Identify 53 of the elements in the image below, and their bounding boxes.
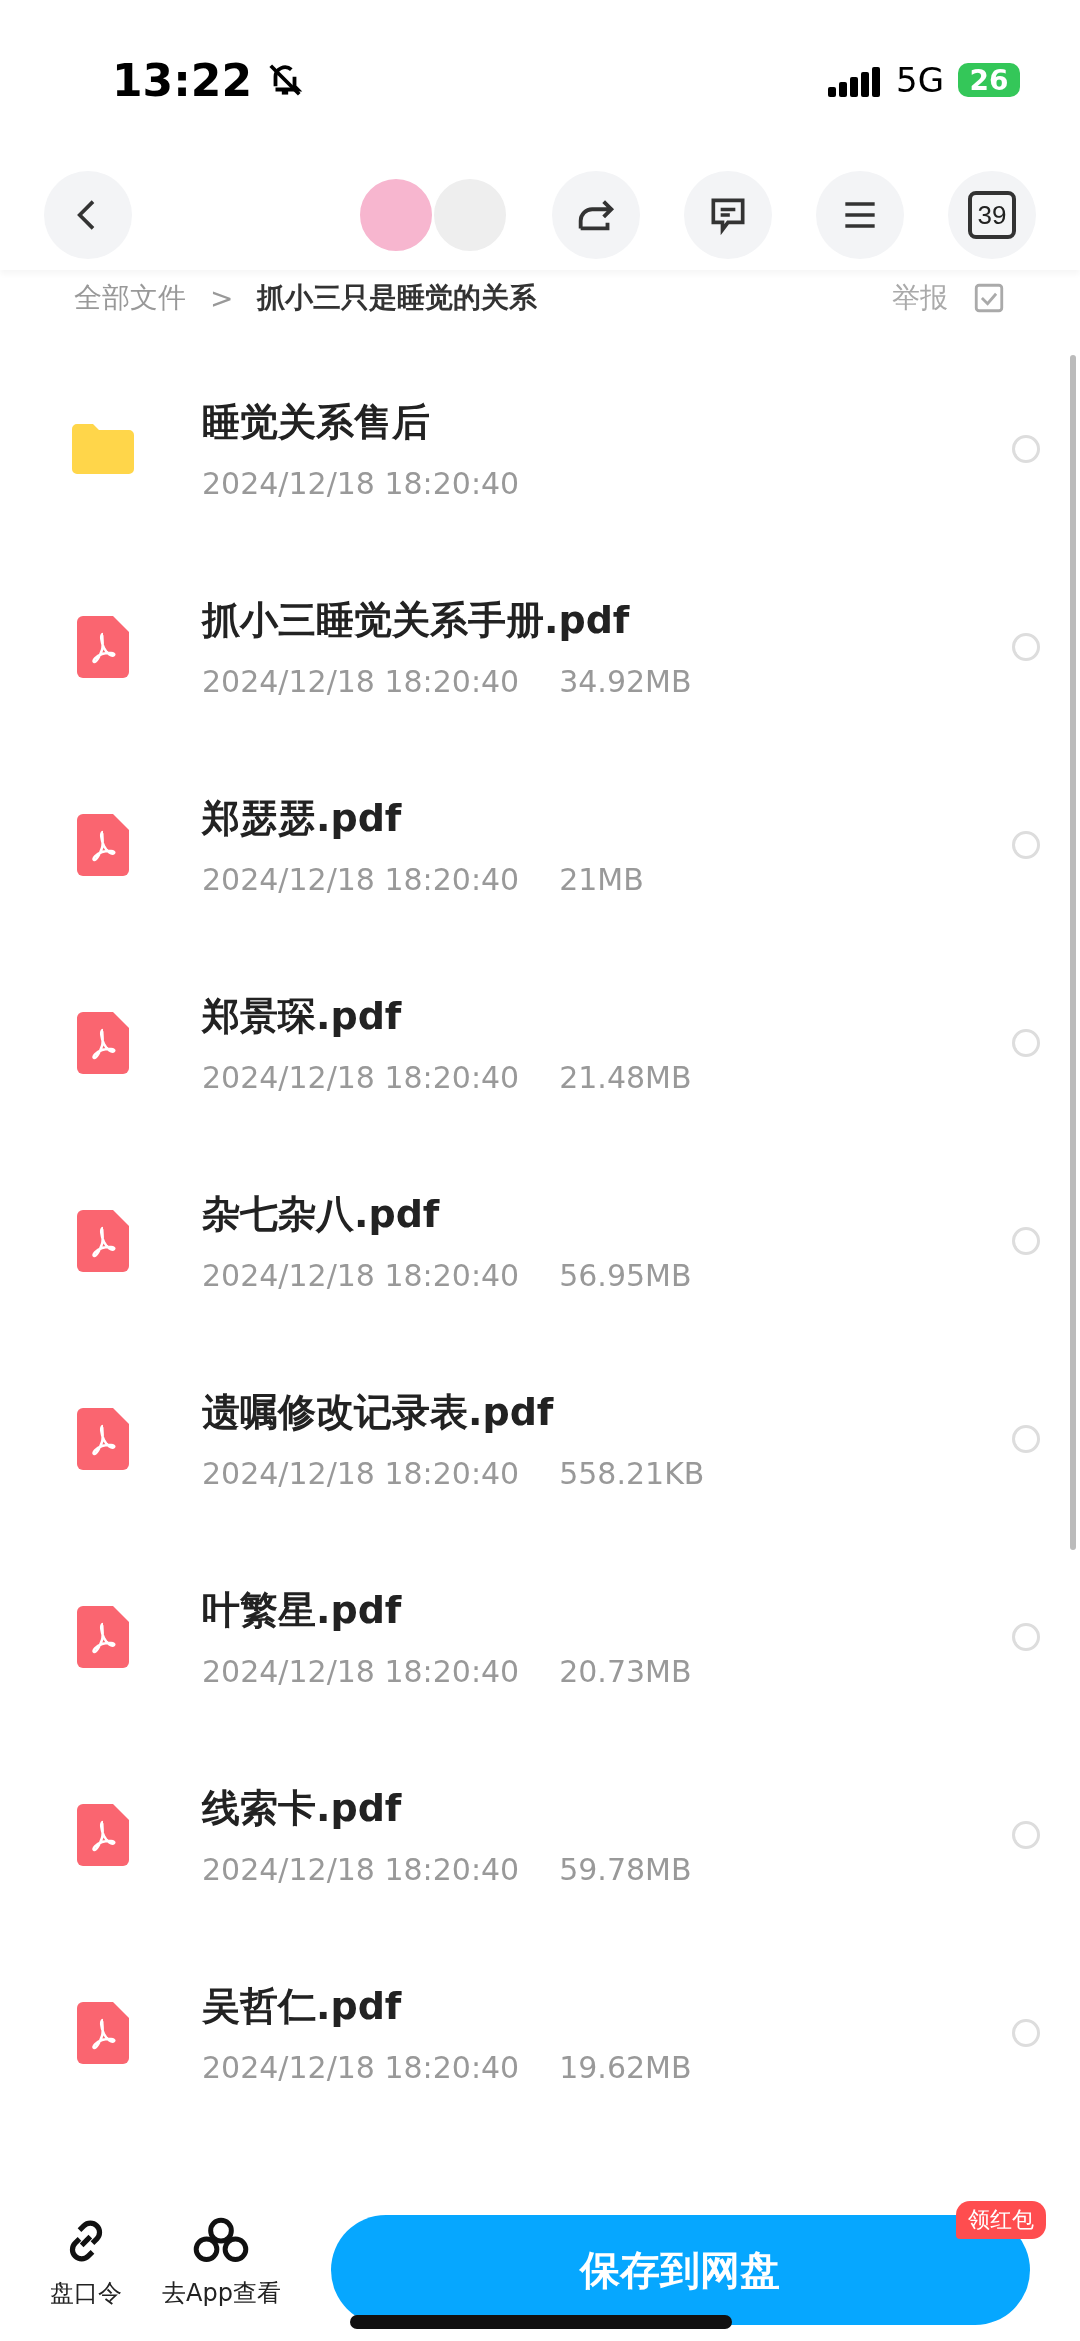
open-app-button[interactable]: 去App查看 bbox=[162, 2215, 281, 2309]
select-radio[interactable] bbox=[1012, 633, 1040, 661]
file-date: 2024/12/18 18:20:40 bbox=[202, 1258, 520, 1293]
pdf-file-icon bbox=[77, 814, 129, 876]
file-size: 21.48MB bbox=[559, 1060, 692, 1095]
file-name[interactable]: 郑瑟瑟.pdf bbox=[202, 793, 1012, 844]
folder-icon bbox=[72, 423, 134, 475]
pdf-file-icon bbox=[77, 1408, 129, 1470]
file-date: 2024/12/18 18:20:40 bbox=[202, 664, 520, 699]
file-name[interactable]: 吴哲仁.pdf bbox=[202, 1981, 1012, 2032]
pdf-file-icon bbox=[77, 1210, 129, 1272]
file-size: 56.95MB bbox=[559, 1258, 692, 1293]
file-size: 21MB bbox=[559, 862, 644, 897]
file-name[interactable]: 线索卡.pdf bbox=[202, 1783, 1012, 1834]
file-date: 2024/12/18 18:20:40 bbox=[202, 1654, 520, 1689]
file-size: 34.92MB bbox=[559, 664, 692, 699]
breadcrumb-separator: > bbox=[210, 281, 234, 315]
select-radio[interactable] bbox=[1012, 1425, 1040, 1453]
calendar-button[interactable]: 39 bbox=[948, 171, 1036, 259]
pdf-file-icon bbox=[77, 1606, 129, 1668]
file-name[interactable]: 郑景琛.pdf bbox=[202, 991, 1012, 1042]
file-name[interactable]: 遗嘱修改记录表.pdf bbox=[202, 1387, 1012, 1438]
file-name[interactable]: 抓小三睡觉关系手册.pdf bbox=[202, 595, 1012, 646]
select-radio[interactable] bbox=[1012, 1821, 1040, 1849]
select-radio[interactable] bbox=[1012, 1029, 1040, 1057]
pdf-file-icon bbox=[77, 1012, 129, 1074]
pdf-file-icon bbox=[77, 1804, 129, 1866]
file-date: 2024/12/18 18:20:40 bbox=[202, 1456, 520, 1491]
file-date: 2024/12/18 18:20:40 bbox=[202, 1852, 520, 1887]
file-name[interactable]: 睡觉关系售后 bbox=[202, 397, 1012, 448]
select-radio[interactable] bbox=[1012, 435, 1040, 463]
pdf-file-icon bbox=[77, 2002, 129, 2064]
breadcrumb-current: 抓小三只是睡觉的关系 bbox=[257, 280, 538, 316]
file-name[interactable]: 叶繁星.pdf bbox=[202, 1585, 1012, 1636]
pdf-file-icon bbox=[77, 616, 129, 678]
file-date: 2024/12/18 18:20:40 bbox=[202, 862, 520, 897]
file-size: 59.78MB bbox=[559, 1852, 692, 1887]
select-radio[interactable] bbox=[1012, 1623, 1040, 1651]
file-date: 2024/12/18 18:20:40 bbox=[202, 466, 520, 501]
file-size: 20.73MB bbox=[559, 1654, 692, 1689]
select-radio[interactable] bbox=[1012, 2019, 1040, 2047]
share-code-button[interactable]: 盘口令 bbox=[50, 2215, 122, 2309]
file-size: 19.62MB bbox=[559, 2050, 692, 2085]
checkbox-icon[interactable] bbox=[972, 281, 1006, 315]
file-size: 558.21KB bbox=[559, 1456, 705, 1491]
select-radio[interactable] bbox=[1012, 831, 1040, 859]
file-date: 2024/12/18 18:20:40 bbox=[202, 2050, 520, 2085]
battery-level: 26 bbox=[958, 63, 1020, 97]
clock-time: 13:22 bbox=[112, 54, 253, 106]
select-radio[interactable] bbox=[1012, 1227, 1040, 1255]
network-type: 5G bbox=[896, 60, 944, 100]
file-name[interactable]: 杂七杂八.pdf bbox=[202, 1189, 1012, 1240]
file-date: 2024/12/18 18:20:40 bbox=[202, 1060, 520, 1095]
